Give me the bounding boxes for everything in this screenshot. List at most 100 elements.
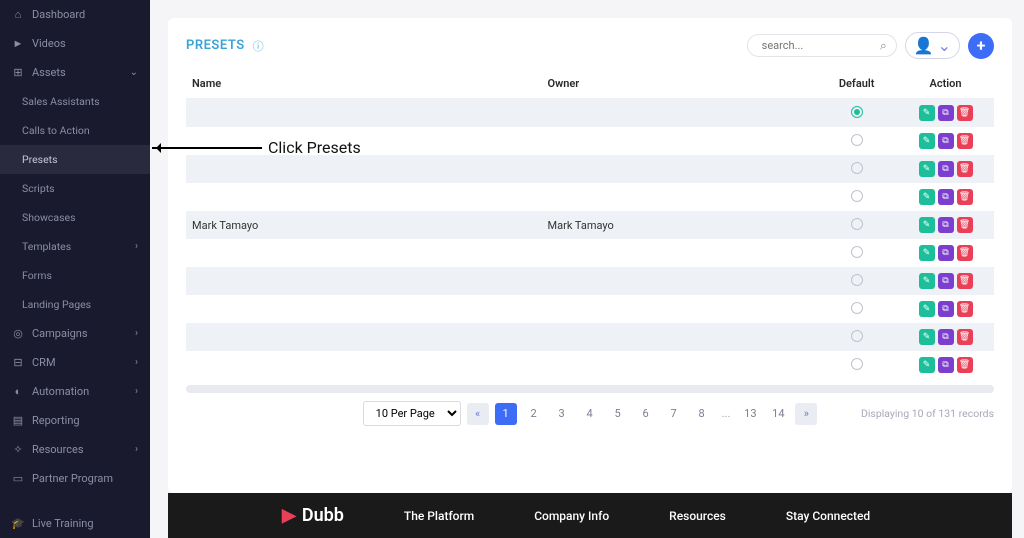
page-1[interactable]: 1 xyxy=(495,403,517,425)
copy-button[interactable]: ⧉ xyxy=(938,105,954,121)
edit-button[interactable]: ✎ xyxy=(919,357,935,373)
table-row[interactable]: ✎⧉🗑 xyxy=(186,351,994,379)
default-radio[interactable] xyxy=(851,162,863,174)
footer-col-connected[interactable]: Stay Connected xyxy=(786,509,870,523)
table-row[interactable]: ✎⧉🗑 xyxy=(186,99,994,128)
cell-default[interactable] xyxy=(816,183,897,211)
default-radio[interactable] xyxy=(851,106,863,118)
default-radio[interactable] xyxy=(851,330,863,342)
sidebar-item-presets[interactable]: Presets xyxy=(0,145,150,174)
table-row[interactable]: ✎⧉🗑 xyxy=(186,155,994,183)
cell-default[interactable] xyxy=(816,127,897,155)
sidebar-item-automation[interactable]: ◐Automation› xyxy=(0,377,150,406)
table-row[interactable]: ✎⧉🗑 xyxy=(186,239,994,267)
search-icon[interactable]: ⌕ xyxy=(880,38,887,53)
delete-button[interactable]: 🗑 xyxy=(957,301,973,317)
cell-default[interactable] xyxy=(816,211,897,239)
sidebar-item-partner-program[interactable]: ▭Partner Program xyxy=(0,464,150,493)
footer-logo[interactable]: ▶ Dubb xyxy=(282,505,344,526)
default-radio[interactable] xyxy=(851,246,863,258)
sidebar-item-dashboard[interactable]: ⌂Dashboard xyxy=(0,0,150,29)
sidebar-item-assets[interactable]: ⊞Assets⌄ xyxy=(0,58,150,87)
per-page-select[interactable]: 10 Per Page xyxy=(363,401,461,426)
page-6[interactable]: 6 xyxy=(635,403,657,425)
sidebar-item-calls-to-action[interactable]: Calls to Action xyxy=(0,116,150,145)
page-7[interactable]: 7 xyxy=(663,403,685,425)
edit-button[interactable]: ✎ xyxy=(919,329,935,345)
edit-button[interactable]: ✎ xyxy=(919,217,935,233)
copy-button[interactable]: ⧉ xyxy=(938,357,954,373)
edit-button[interactable]: ✎ xyxy=(919,133,935,149)
column-header-default[interactable]: Default xyxy=(816,69,897,99)
cell-default[interactable] xyxy=(816,295,897,323)
edit-button[interactable]: ✎ xyxy=(919,189,935,205)
cell-default[interactable] xyxy=(816,239,897,267)
page-5[interactable]: 5 xyxy=(607,403,629,425)
page-13[interactable]: 13 xyxy=(739,403,761,425)
add-button[interactable]: + xyxy=(968,33,994,59)
page-2[interactable]: 2 xyxy=(523,403,545,425)
page-14[interactable]: 14 xyxy=(767,403,789,425)
edit-button[interactable]: ✎ xyxy=(919,161,935,177)
default-radio[interactable] xyxy=(851,358,863,370)
sidebar-item-showcases[interactable]: Showcases xyxy=(0,203,150,232)
page-4[interactable]: 4 xyxy=(579,403,601,425)
page-3[interactable]: 3 xyxy=(551,403,573,425)
delete-button[interactable]: 🗑 xyxy=(957,357,973,373)
default-radio[interactable] xyxy=(851,134,863,146)
copy-button[interactable]: ⧉ xyxy=(938,189,954,205)
sidebar-item-scripts[interactable]: Scripts xyxy=(0,174,150,203)
copy-button[interactable]: ⧉ xyxy=(938,133,954,149)
sidebar-item-crm[interactable]: ⊟CRM› xyxy=(0,348,150,377)
delete-button[interactable]: 🗑 xyxy=(957,189,973,205)
page-first[interactable]: « xyxy=(467,403,489,425)
sidebar-item-reporting[interactable]: ▤Reporting xyxy=(0,406,150,435)
table-row[interactable]: ✎⧉🗑 xyxy=(186,267,994,295)
footer-col-resources[interactable]: Resources xyxy=(669,509,726,523)
default-radio[interactable] xyxy=(851,190,863,202)
default-radio[interactable] xyxy=(851,302,863,314)
copy-button[interactable]: ⧉ xyxy=(938,329,954,345)
info-icon[interactable]: ⓘ xyxy=(253,38,264,54)
delete-button[interactable]: 🗑 xyxy=(957,329,973,345)
cell-default[interactable] xyxy=(816,155,897,183)
cell-default[interactable] xyxy=(816,323,897,351)
sidebar-item-sales-assistants[interactable]: Sales Assistants xyxy=(0,87,150,116)
page-next[interactable]: » xyxy=(795,403,817,425)
sidebar-item-videos[interactable]: ►Videos xyxy=(0,29,150,58)
column-header-name[interactable]: Name xyxy=(186,69,542,99)
edit-button[interactable]: ✎ xyxy=(919,245,935,261)
table-row[interactable]: ✎⧉🗑 xyxy=(186,183,994,211)
copy-button[interactable]: ⧉ xyxy=(938,301,954,317)
search-input[interactable] xyxy=(747,34,897,57)
sidebar-item-landing-pages[interactable]: Landing Pages xyxy=(0,290,150,319)
default-radio[interactable] xyxy=(851,274,863,286)
table-row[interactable]: ✎⧉🗑 xyxy=(186,323,994,351)
default-radio[interactable] xyxy=(851,218,863,230)
copy-button[interactable]: ⧉ xyxy=(938,245,954,261)
delete-button[interactable]: 🗑 xyxy=(957,245,973,261)
horizontal-scrollbar[interactable] xyxy=(186,385,994,393)
delete-button[interactable]: 🗑 xyxy=(957,105,973,121)
sidebar-item-live-training[interactable]: 🎓 Live Training xyxy=(0,509,150,538)
column-header-owner[interactable]: Owner xyxy=(542,69,817,99)
delete-button[interactable]: 🗑 xyxy=(957,217,973,233)
sidebar-item-forms[interactable]: Forms xyxy=(0,261,150,290)
copy-button[interactable]: ⧉ xyxy=(938,273,954,289)
table-row[interactable]: ✎⧉🗑 xyxy=(186,127,994,155)
copy-button[interactable]: ⧉ xyxy=(938,161,954,177)
page-8[interactable]: 8 xyxy=(691,403,713,425)
sidebar-item-resources[interactable]: ✧Resources› xyxy=(0,435,150,464)
user-menu[interactable]: 👤 ⌄ xyxy=(905,32,960,59)
footer-col-company[interactable]: Company Info xyxy=(534,509,609,523)
edit-button[interactable]: ✎ xyxy=(919,301,935,317)
copy-button[interactable]: ⧉ xyxy=(938,217,954,233)
sidebar-item-templates[interactable]: Templates› xyxy=(0,232,150,261)
delete-button[interactable]: 🗑 xyxy=(957,133,973,149)
cell-default[interactable] xyxy=(816,267,897,295)
table-row[interactable]: ✎⧉🗑 xyxy=(186,295,994,323)
edit-button[interactable]: ✎ xyxy=(919,273,935,289)
cell-default[interactable] xyxy=(816,351,897,379)
sidebar-item-campaigns[interactable]: ◎Campaigns› xyxy=(0,319,150,348)
table-row[interactable]: Mark TamayoMark Tamayo✎⧉🗑 xyxy=(186,211,994,239)
